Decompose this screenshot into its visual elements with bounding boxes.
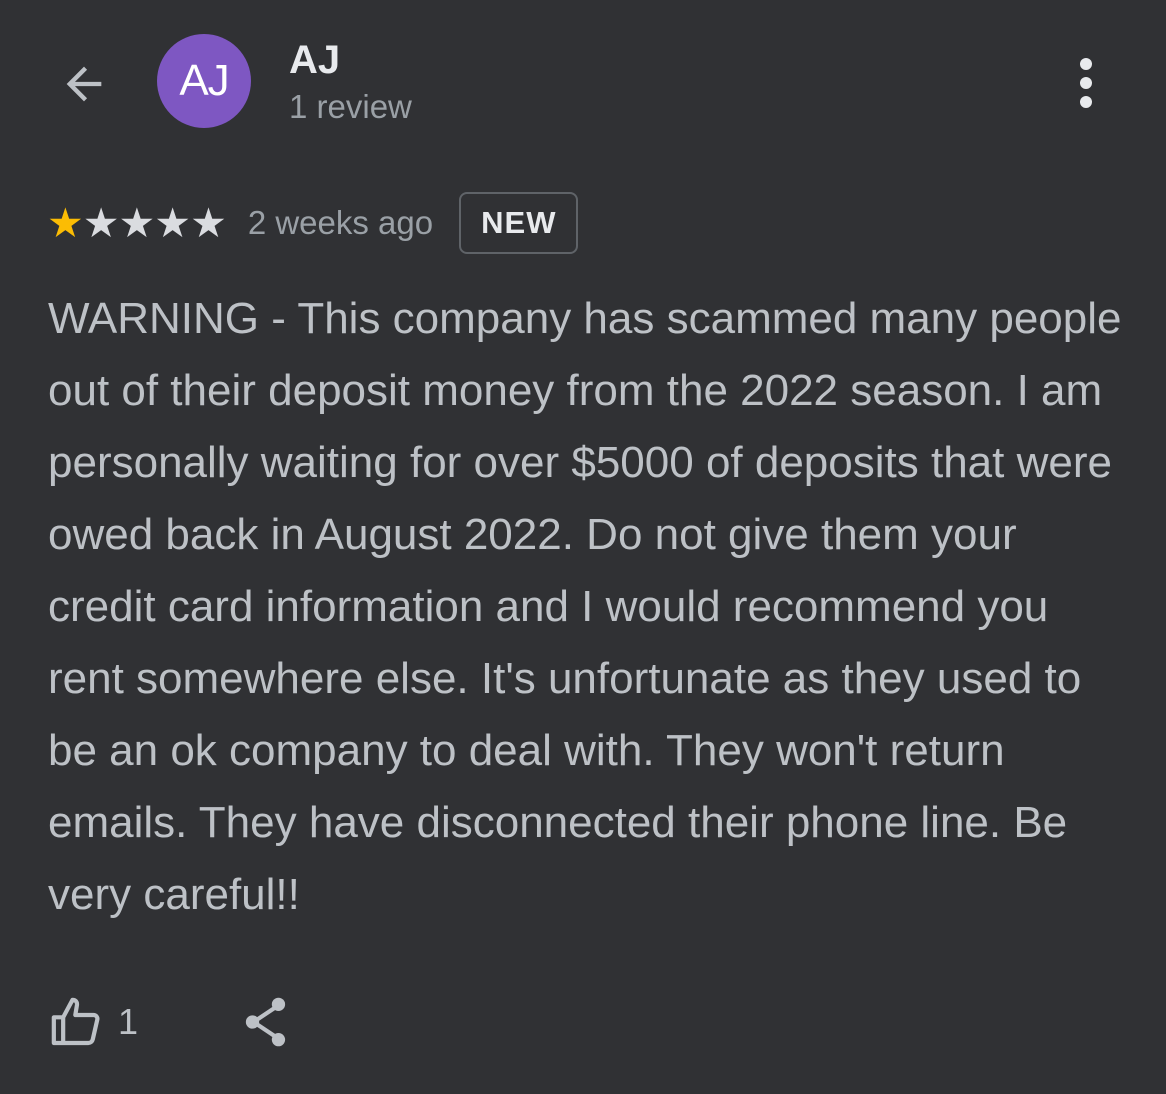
like-button[interactable]: 1 — [48, 994, 138, 1050]
avatar[interactable]: AJ — [157, 34, 251, 128]
like-count: 1 — [118, 1001, 139, 1042]
more-vert-icon-dot — [1080, 77, 1092, 89]
star-empty-icon: ★ — [118, 198, 156, 247]
share-button[interactable] — [238, 990, 294, 1054]
review-actions: 1 — [48, 990, 294, 1054]
back-button[interactable] — [52, 52, 116, 116]
star-empty-icon: ★ — [82, 198, 120, 247]
thumb-up-icon — [51, 997, 100, 1046]
more-vert-icon-dot — [1080, 96, 1092, 108]
star-rating: ★ ★ ★ ★ ★ — [47, 198, 227, 247]
avatar-initials: AJ — [179, 56, 229, 105]
more-options-button[interactable] — [1062, 50, 1110, 116]
star-empty-icon: ★ — [190, 198, 227, 247]
new-badge: NEW — [459, 192, 579, 254]
review-timestamp: 2 weeks ago — [247, 204, 434, 241]
arrow-left-icon — [66, 66, 102, 102]
review-meta-row: ★ ★ ★ ★ ★ 2 weeks ago NEW — [47, 190, 579, 256]
more-vert-icon — [1080, 58, 1092, 70]
reviewer-header: AJ AJ 1 review — [0, 0, 1166, 170]
review-text: WARNING - This company has scammed many … — [48, 294, 1122, 919]
star-filled-icon: ★ — [47, 198, 84, 247]
share-icon — [245, 997, 286, 1047]
reviewer-name[interactable]: AJ — [289, 38, 340, 83]
reviewer-review-count: 1 review — [289, 88, 412, 125]
star-empty-icon: ★ — [154, 198, 192, 247]
